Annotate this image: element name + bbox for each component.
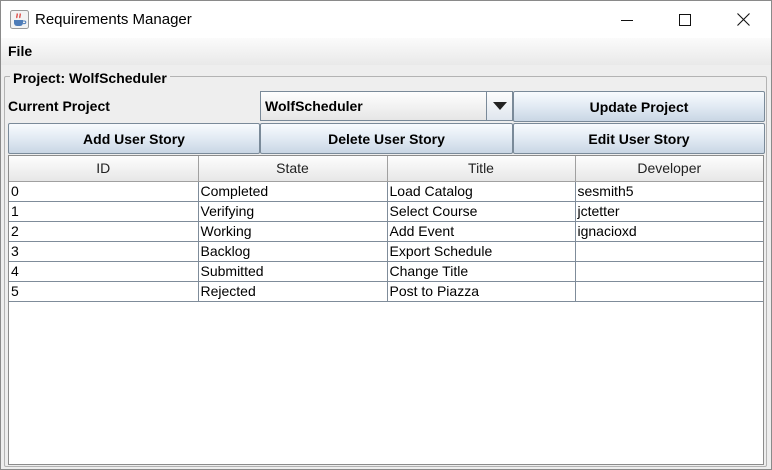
cell-developer[interactable] (575, 261, 763, 282)
table-row[interactable]: 2 Working Add Event ignacioxd (9, 221, 763, 242)
table-row[interactable]: 5 Rejected Post to Piazza (9, 281, 763, 302)
cell-state[interactable]: Verifying (198, 201, 388, 222)
cell-id[interactable]: 1 (9, 201, 199, 222)
cell-state[interactable]: Submitted (198, 261, 388, 282)
window-title: Requirements Manager (35, 11, 192, 28)
maximize-icon (679, 13, 691, 26)
cell-id[interactable]: 5 (9, 281, 199, 302)
cell-state[interactable]: Completed (198, 181, 388, 202)
column-header-developer[interactable]: Developer (575, 156, 763, 182)
cell-id[interactable]: 4 (9, 261, 199, 282)
java-cup-icon (10, 10, 29, 29)
cell-id[interactable]: 0 (9, 181, 199, 202)
maximize-button[interactable] (656, 1, 714, 38)
cell-title[interactable]: Load Catalog (387, 181, 576, 202)
cell-developer[interactable]: ignacioxd (575, 221, 763, 242)
table-header-row: ID State Title Developer (9, 156, 763, 182)
app-window: Requirements Manager File Project: WolfS… (0, 0, 772, 470)
close-icon (736, 13, 750, 26)
cell-title[interactable]: Select Course (387, 201, 576, 222)
cell-state[interactable]: Backlog (198, 241, 388, 262)
cell-state[interactable]: Rejected (198, 281, 388, 302)
cell-developer[interactable]: sesmith5 (575, 181, 763, 202)
add-user-story-button[interactable]: Add User Story (8, 123, 260, 154)
project-select[interactable]: WolfScheduler (260, 91, 513, 121)
table-row[interactable]: 3 Backlog Export Schedule (9, 241, 763, 262)
menu-bar: File (1, 38, 771, 65)
delete-user-story-button[interactable]: Delete User Story (260, 123, 513, 154)
minimize-icon (621, 19, 633, 21)
menu-file[interactable]: File (8, 43, 32, 59)
cell-state[interactable]: Working (198, 221, 388, 242)
table-row[interactable]: 0 Completed Load Catalog sesmith5 (9, 181, 763, 202)
cell-id[interactable]: 3 (9, 241, 199, 262)
edit-user-story-button[interactable]: Edit User Story (513, 123, 765, 154)
table-row[interactable]: 1 Verifying Select Course jctetter (9, 201, 763, 222)
column-header-id[interactable]: ID (9, 156, 199, 182)
column-header-state[interactable]: State (198, 156, 388, 182)
cell-title[interactable]: Post to Piazza (387, 281, 576, 302)
cell-id[interactable]: 2 (9, 221, 199, 242)
panel-title: Project: WolfScheduler (10, 70, 170, 86)
table-row[interactable]: 4 Submitted Change Title (9, 261, 763, 282)
cell-developer[interactable] (575, 241, 763, 262)
update-project-button[interactable]: Update Project (513, 91, 765, 122)
project-select-value: WolfScheduler (265, 98, 363, 114)
cell-title[interactable]: Export Schedule (387, 241, 576, 262)
minimize-button[interactable] (598, 1, 656, 38)
cell-title[interactable]: Change Title (387, 261, 576, 282)
cell-developer[interactable]: jctetter (575, 201, 763, 222)
close-button[interactable] (714, 1, 772, 38)
chevron-down-icon (492, 102, 507, 110)
title-bar[interactable]: Requirements Manager (1, 1, 771, 38)
dropdown-arrow[interactable] (486, 92, 512, 120)
current-project-label: Current Project (8, 98, 110, 114)
cell-developer[interactable] (575, 281, 763, 302)
user-stories-table[interactable]: ID State Title Developer 0 Completed Loa… (8, 155, 764, 465)
cell-title[interactable]: Add Event (387, 221, 576, 242)
column-header-title[interactable]: Title (387, 156, 576, 182)
